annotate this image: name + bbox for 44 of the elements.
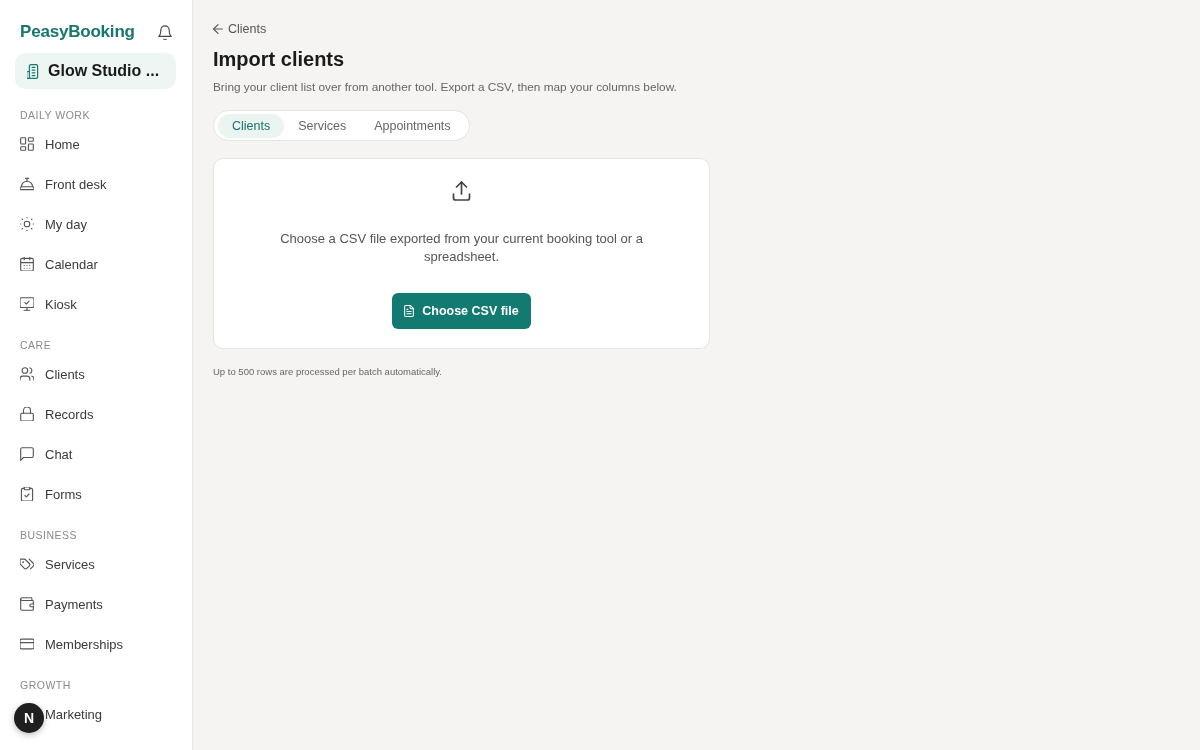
tab[interactable]: Services <box>284 113 361 138</box>
nav-item[interactable]: Clients <box>15 354 176 394</box>
users-icon <box>20 367 34 381</box>
lock-icon <box>20 407 34 421</box>
building-icon <box>27 63 40 79</box>
credit-card-icon <box>20 637 34 651</box>
bell-icon[interactable] <box>158 24 172 40</box>
clipboard-check-icon <box>20 487 34 501</box>
section-label: BUSINESS <box>19 529 79 541</box>
nav-item[interactable]: Front desk <box>15 164 176 204</box>
page-subtitle: Bring your client list over from another tool. Export a CSV, then map your columns below. <box>213 79 678 95</box>
wallet-icon <box>20 597 34 611</box>
dashboard-grid-icon <box>20 137 34 151</box>
section-label: DAILY WORK <box>19 109 91 121</box>
tags-icon <box>20 557 34 571</box>
nav-item[interactable]: Forms <box>15 474 176 514</box>
chat-bubble-icon <box>20 447 34 461</box>
nav-item[interactable]: Home <box>15 124 176 164</box>
tab[interactable]: Appointments <box>360 113 465 138</box>
nav-item[interactable]: Marketing <box>45 694 176 734</box>
nav-item[interactable]: Memberships <box>15 624 176 664</box>
section-label: GROWTH <box>19 679 72 691</box>
choose-file-button[interactable]: Choose CSV file <box>392 293 531 329</box>
nav-item[interactable]: My day <box>15 204 176 244</box>
upload-icon <box>452 181 471 201</box>
nav-item[interactable]: Records <box>15 394 176 434</box>
page-title: Import clients <box>213 47 346 72</box>
nav-item[interactable]: Payments <box>15 584 176 624</box>
sun-icon <box>20 217 34 231</box>
service-bell-icon <box>20 177 34 191</box>
section-label: CARE <box>19 339 53 351</box>
brand-logo: PeasyBooking <box>20 22 135 42</box>
tab[interactable]: Clients <box>218 113 285 138</box>
document-icon <box>404 305 415 317</box>
back-link[interactable]: Clients <box>213 21 267 37</box>
workspace-switcher[interactable]: Glow Studio ... <box>15 53 176 89</box>
nav-item[interactable]: Services <box>15 544 176 584</box>
calendar-icon <box>20 257 34 271</box>
batch-note: Up to 500 rows are processed per batch automatically. <box>213 366 443 378</box>
nav-item[interactable]: Kiosk <box>15 284 176 324</box>
upload-prompt: Choose a CSV file exported from your current booking tool or a spreadsheet. <box>279 230 644 266</box>
monitor-check-icon <box>20 297 34 311</box>
nav-item[interactable]: Chat <box>15 434 176 474</box>
nav-item[interactable]: Calendar <box>15 244 176 284</box>
